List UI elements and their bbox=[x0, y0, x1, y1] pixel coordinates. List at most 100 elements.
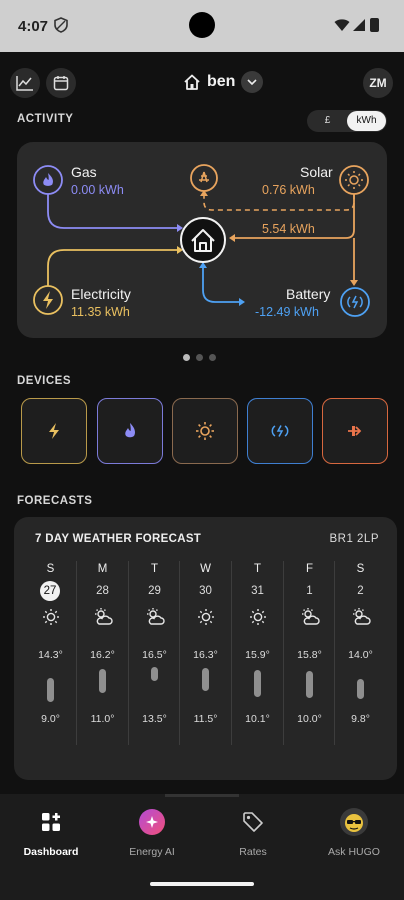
solar-to-home-value: 5.54 kWh bbox=[262, 222, 315, 236]
sun-cloud-icon bbox=[145, 607, 165, 632]
day-date: 1 bbox=[306, 585, 313, 597]
high-temp: 14.3° bbox=[38, 649, 63, 661]
high-temp: 15.8° bbox=[297, 649, 322, 661]
forecast-day[interactable]: S 2 14.0° 9.8° bbox=[335, 561, 386, 745]
nav-ask-hugo[interactable]: Ask HUGO bbox=[314, 808, 394, 868]
export-icon bbox=[348, 426, 362, 436]
day-of-week: T bbox=[150, 563, 159, 575]
electricity-label: Electricity bbox=[71, 286, 131, 302]
camera-cutout bbox=[189, 12, 215, 38]
low-temp: 9.0° bbox=[41, 713, 60, 725]
electricity-value: 11.35 kWh bbox=[71, 305, 130, 319]
energy-flow-card: Gas 0.00 kWh Solar 0.76 kWh 5.54 kWh Ele… bbox=[17, 142, 387, 338]
home-indicator[interactable] bbox=[150, 882, 254, 886]
device-export[interactable] bbox=[322, 398, 388, 464]
page-dot[interactable] bbox=[183, 354, 190, 361]
sun-icon bbox=[248, 607, 268, 632]
forecasts-section-title: FORECASTS bbox=[17, 495, 93, 507]
nav-energy-ai[interactable]: Energy AI bbox=[112, 808, 192, 868]
nav-rates[interactable]: Rates bbox=[213, 808, 293, 868]
device-solar[interactable] bbox=[172, 398, 238, 464]
activity-section-title: ACTIVITY bbox=[17, 113, 74, 125]
device-battery[interactable] bbox=[247, 398, 313, 464]
low-temp: 10.1° bbox=[245, 713, 270, 725]
nav-energy-ai-label: Energy AI bbox=[129, 846, 175, 858]
devices-section-title: DEVICES bbox=[17, 375, 71, 387]
home-node bbox=[180, 217, 226, 263]
temp-range-bar bbox=[254, 670, 261, 698]
temp-range-bar bbox=[47, 677, 54, 703]
low-temp: 9.8° bbox=[351, 713, 370, 725]
battery-value: -12.49 kWh bbox=[255, 305, 319, 319]
forecast-card-title: 7 DAY WEATHER FORECAST bbox=[35, 533, 202, 545]
day-date: 28 bbox=[96, 585, 109, 597]
sun-icon bbox=[196, 607, 216, 632]
battery-cycle-icon bbox=[271, 425, 289, 437]
day-of-week: F bbox=[305, 563, 314, 575]
forecast-day[interactable]: F 1 15.8° 10.0° bbox=[284, 561, 335, 745]
temp-range-bar bbox=[151, 667, 158, 682]
page-dot[interactable] bbox=[196, 354, 203, 361]
flame-icon bbox=[125, 423, 135, 438]
device-electricity[interactable] bbox=[21, 398, 87, 464]
chevron-down-icon bbox=[241, 71, 264, 93]
sparkle-icon bbox=[138, 808, 166, 836]
unit-toggle[interactable]: £ kWh bbox=[307, 110, 387, 132]
high-temp: 15.9° bbox=[245, 649, 270, 661]
home-name: ben bbox=[207, 73, 236, 90]
forecast-day[interactable]: T 31 15.9° 10.1° bbox=[232, 561, 283, 745]
low-temp: 11.5° bbox=[193, 713, 218, 725]
day-date: 27 bbox=[40, 581, 60, 601]
nav-dashboard[interactable]: Dashboard bbox=[11, 808, 91, 868]
high-temp: 14.0° bbox=[348, 649, 373, 661]
scroll-handle bbox=[165, 794, 239, 797]
sun-cloud-icon bbox=[351, 607, 371, 632]
temp-range-bar bbox=[357, 679, 364, 699]
nav-rates-label: Rates bbox=[239, 846, 267, 858]
sun-icon bbox=[196, 422, 214, 440]
home-selector[interactable]: ben bbox=[183, 69, 264, 95]
solar-label: Solar bbox=[300, 164, 333, 180]
day-of-week: M bbox=[97, 563, 108, 575]
user-avatar[interactable]: ZM bbox=[363, 68, 393, 98]
app-screen: ben ZM ACTIVITY £ kWh Gas 0.00 kWh Solar… bbox=[0, 52, 404, 900]
calendar-button[interactable] bbox=[46, 68, 76, 98]
day-date: 2 bbox=[357, 585, 364, 597]
gas-label: Gas bbox=[71, 164, 97, 180]
temp-range-bar bbox=[202, 668, 209, 691]
carousel-pagination[interactable] bbox=[183, 354, 216, 361]
chart-button[interactable] bbox=[10, 68, 40, 98]
battery-icon bbox=[370, 18, 379, 32]
low-temp: 11.0° bbox=[90, 713, 115, 725]
day-of-week: S bbox=[46, 563, 55, 575]
low-temp: 10.0° bbox=[297, 713, 322, 725]
wifi-icon bbox=[334, 18, 350, 37]
device-gas[interactable] bbox=[97, 398, 163, 464]
nav-dashboard-label: Dashboard bbox=[23, 846, 79, 858]
day-date: 30 bbox=[199, 585, 212, 597]
house-icon bbox=[184, 74, 200, 90]
export-node bbox=[190, 164, 218, 192]
forecast-day[interactable]: S 27 14.3° 9.0° bbox=[25, 561, 76, 745]
nav-ask-hugo-label: Ask HUGO bbox=[328, 846, 380, 858]
unit-option-kwh[interactable]: kWh bbox=[347, 111, 386, 131]
page-dot[interactable] bbox=[209, 354, 216, 361]
sun-cloud-icon bbox=[93, 607, 113, 632]
sun-icon bbox=[41, 607, 61, 632]
status-bar: 4:07 bbox=[0, 0, 404, 52]
calendar-icon bbox=[53, 76, 69, 91]
day-of-week: W bbox=[200, 563, 211, 575]
forecast-day[interactable]: W 30 16.3° 11.5° bbox=[180, 561, 231, 745]
unit-option-pounds[interactable]: £ bbox=[308, 111, 347, 131]
status-time: 4:07 bbox=[18, 18, 49, 35]
day-of-week: T bbox=[253, 563, 262, 575]
sun-cloud-icon bbox=[300, 607, 320, 632]
gas-value: 0.00 kWh bbox=[71, 183, 124, 197]
forecast-day[interactable]: T 29 16.5° 13.5° bbox=[129, 561, 180, 745]
battery-label: Battery bbox=[286, 286, 331, 302]
forecast-day[interactable]: M 28 16.2° 11.0° bbox=[77, 561, 128, 745]
high-temp: 16.2° bbox=[90, 649, 115, 661]
solar-node bbox=[339, 165, 369, 195]
weather-forecast-card[interactable]: 7 DAY WEATHER FORECAST BR1 2LP S 27 14.3° 9… bbox=[14, 517, 397, 780]
bolt-icon bbox=[49, 423, 59, 439]
